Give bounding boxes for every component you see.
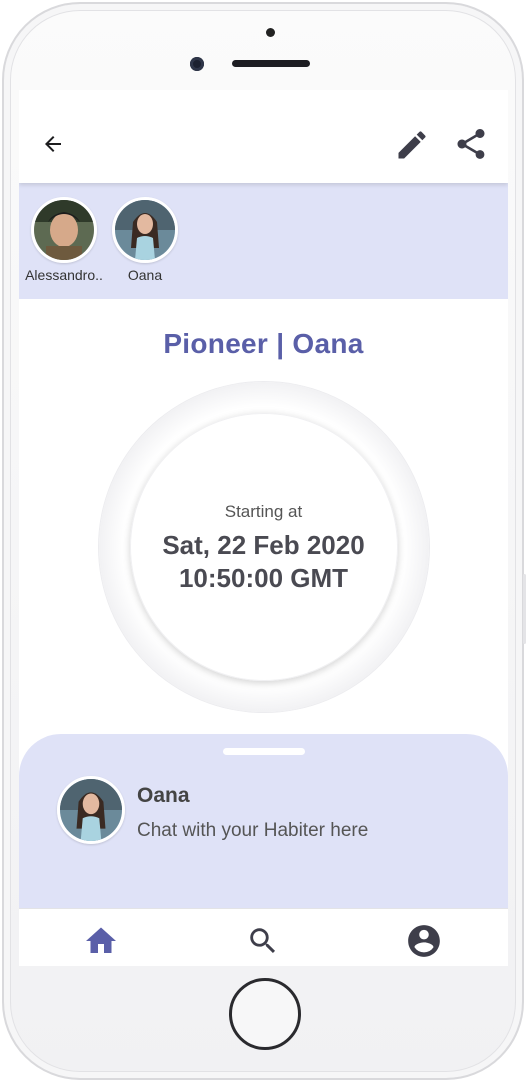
bottom-navigation: [19, 908, 508, 966]
chat-sheet[interactable]: Oana Chat with your Habiter here: [19, 734, 508, 914]
side-button: [523, 574, 526, 644]
chat-name: Oana: [137, 784, 190, 807]
pencil-icon: [398, 131, 426, 159]
arrow-left-icon: [45, 136, 61, 152]
person-avatar: [34, 200, 94, 260]
chat-subtitle[interactable]: Chat with your Habiter here: [137, 820, 368, 842]
avatar: [57, 776, 125, 844]
proximity-sensor: [266, 28, 275, 37]
nav-search[interactable]: [243, 921, 283, 961]
app-screen: Alessandro.. Oana Pioneer | Oana Startin…: [19, 90, 508, 966]
avatar: [31, 197, 97, 263]
share-button[interactable]: [451, 124, 491, 164]
home-icon: [86, 927, 116, 953]
front-camera: [190, 57, 204, 71]
top-app-bar: [19, 90, 508, 183]
member-name: Alessandro..: [25, 267, 103, 283]
member-name: Oana: [127, 267, 163, 283]
starting-label: Starting at: [224, 502, 303, 521]
nav-home[interactable]: [81, 921, 121, 961]
member-item[interactable]: Alessandro..: [19, 197, 109, 283]
search-icon: [250, 928, 276, 954]
member-item[interactable]: Oana: [100, 197, 190, 283]
share-icon: [457, 129, 485, 159]
drag-handle[interactable]: [223, 748, 305, 755]
chat-avatar: [57, 776, 125, 844]
edit-button[interactable]: [392, 125, 432, 165]
start-time: 10:50:00 GMT: [178, 563, 349, 593]
person-avatar: [60, 779, 122, 841]
nav-account[interactable]: [404, 921, 444, 961]
avatar: [112, 197, 178, 263]
person-avatar: [115, 200, 175, 260]
home-button[interactable]: [229, 978, 301, 1050]
page-title: Pioneer | Oana: [163, 328, 364, 359]
members-strip: Alessandro.. Oana: [19, 183, 508, 299]
earpiece-speaker: [232, 60, 310, 67]
account-icon: [408, 925, 440, 957]
back-button[interactable]: [33, 126, 73, 162]
start-date: Sat, 22 Feb 2020: [162, 530, 365, 560]
